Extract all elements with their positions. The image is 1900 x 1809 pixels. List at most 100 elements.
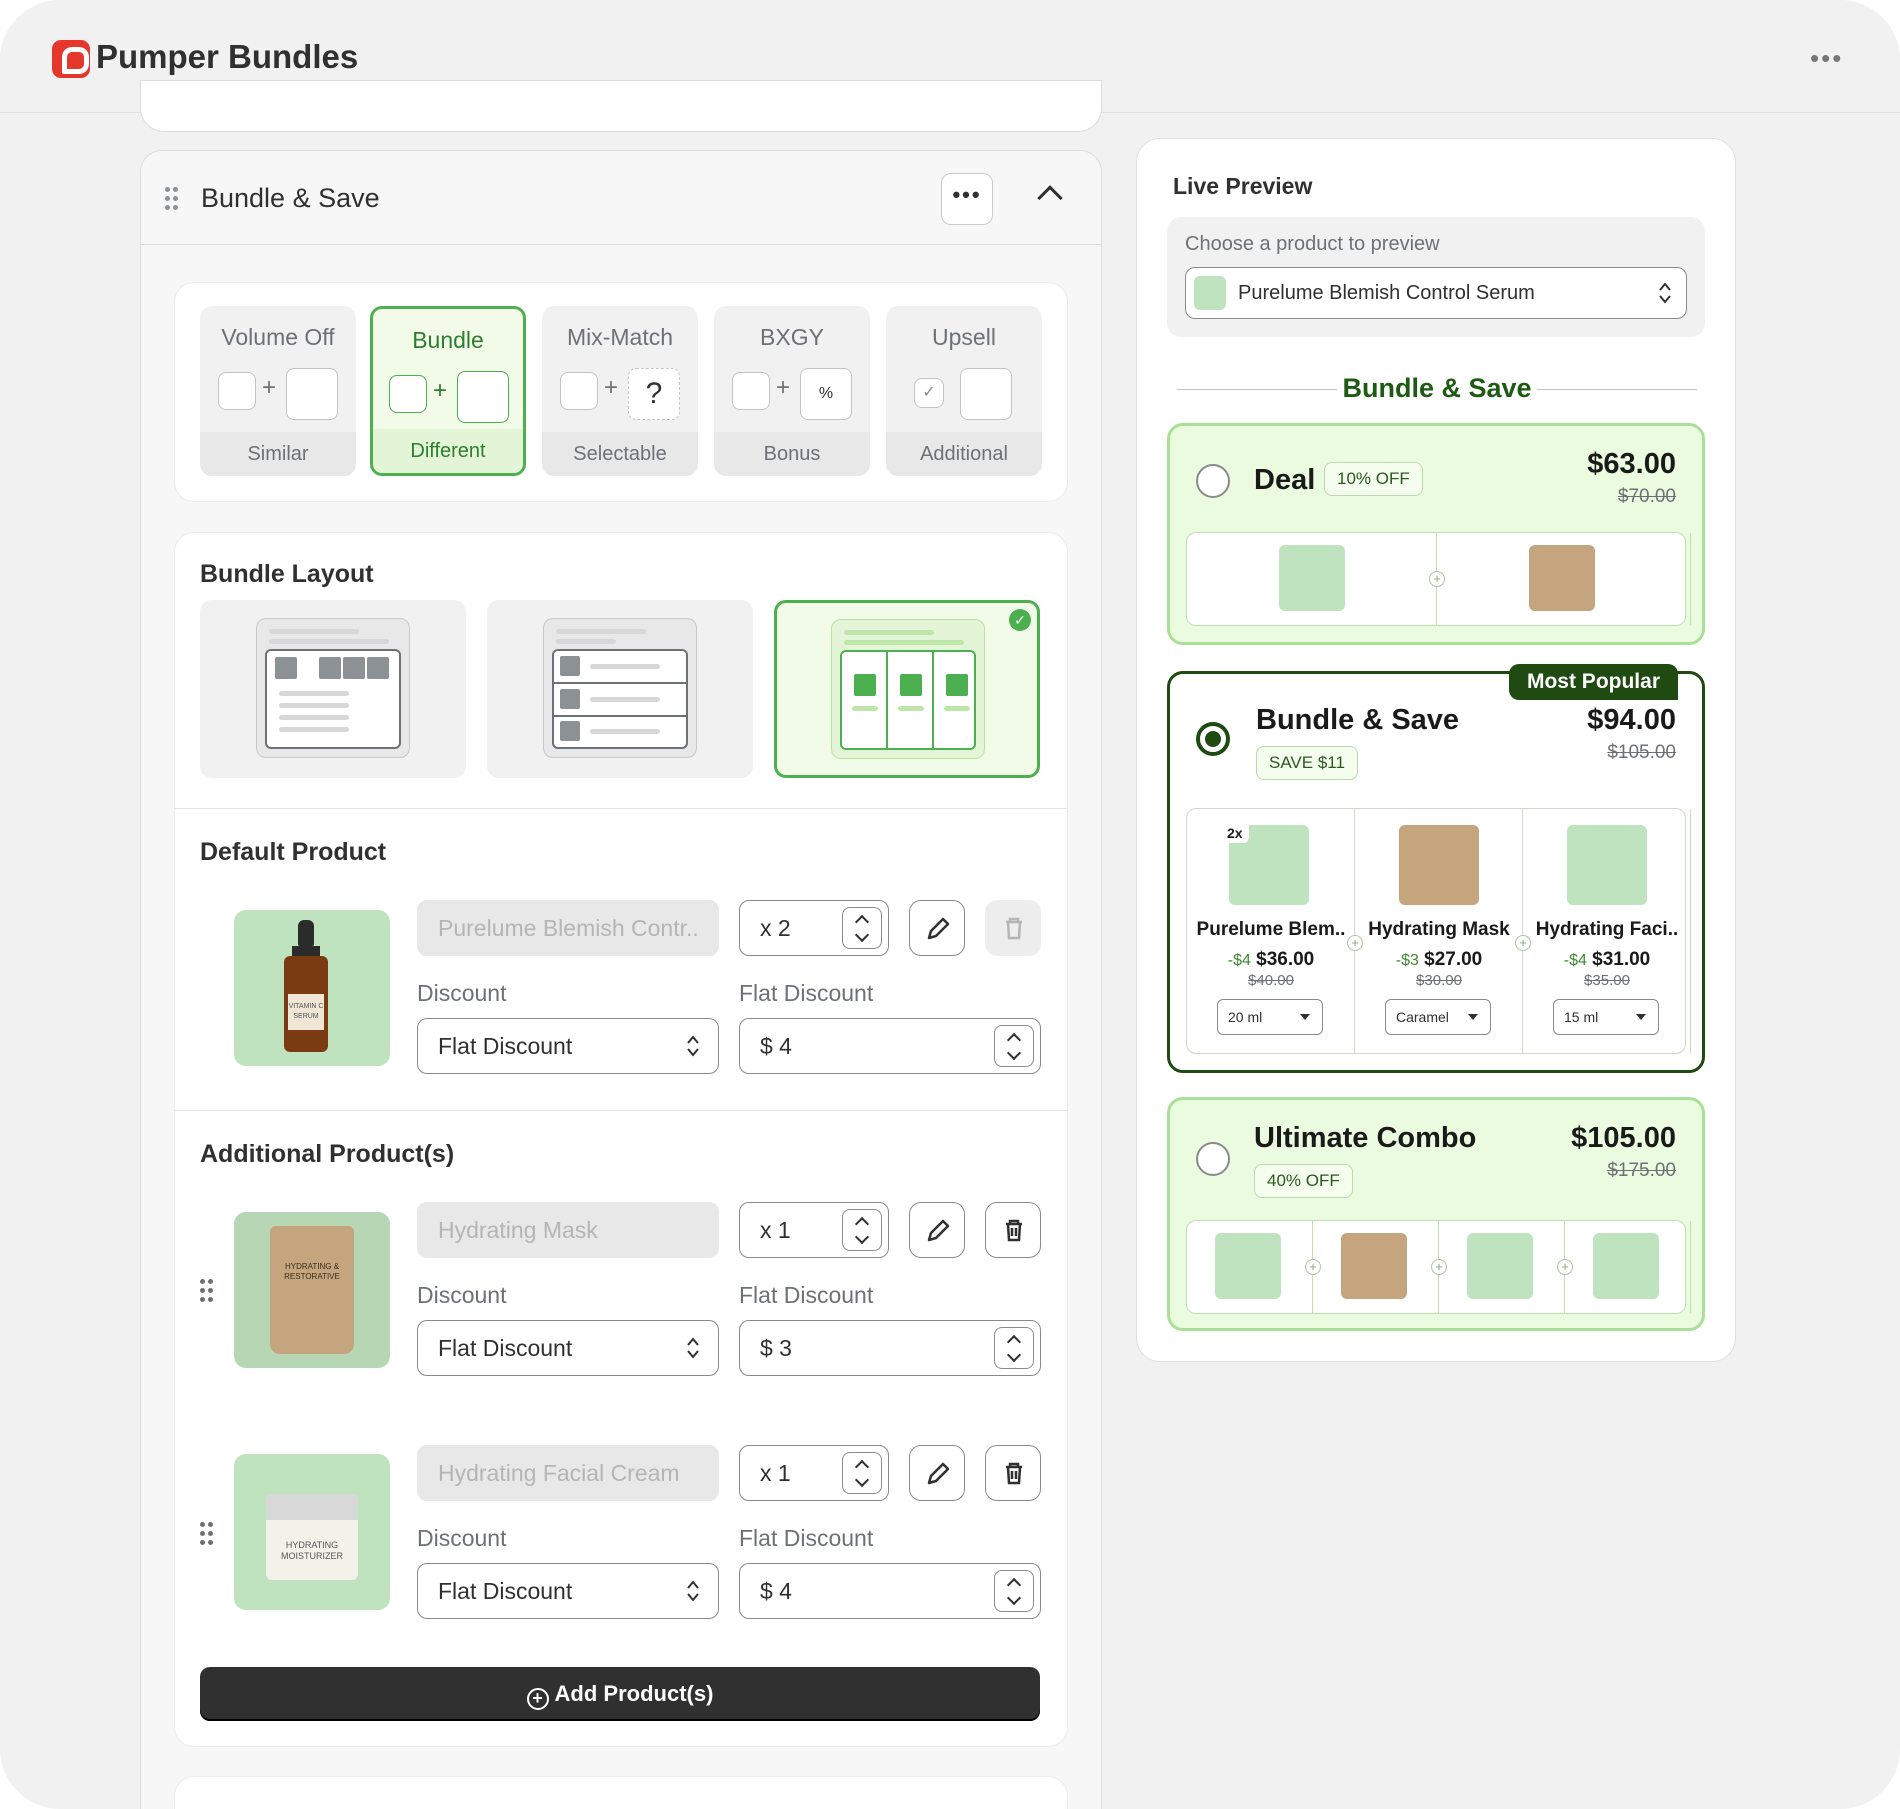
col-divider xyxy=(886,652,888,748)
plus-icon: + xyxy=(1305,1259,1321,1275)
edit-default-product-button[interactable] xyxy=(909,900,965,956)
select-arrows-icon xyxy=(687,1337,699,1359)
layout-option-3[interactable]: ✓ xyxy=(774,600,1040,778)
type-sub: Bonus xyxy=(714,432,870,476)
line xyxy=(556,639,616,644)
cap-icon xyxy=(218,372,256,410)
qty-badge: 2x xyxy=(1221,823,1249,843)
type-bxgy[interactable]: BXGY + % Bonus xyxy=(714,306,870,476)
collapse-chevron-icon[interactable] xyxy=(1037,185,1063,211)
chevron-down-icon[interactable] xyxy=(1006,1590,1022,1606)
mask-thumb xyxy=(1399,825,1479,905)
default-flat-discount-input[interactable]: $ 4 xyxy=(739,1018,1041,1074)
line xyxy=(556,629,646,634)
delete-default-product-button[interactable] xyxy=(985,900,1041,956)
offer-radio[interactable] xyxy=(1196,722,1230,756)
qty-spinner[interactable] xyxy=(842,1209,882,1251)
product-block xyxy=(560,689,580,709)
cream-thumb xyxy=(1467,1233,1533,1299)
additional-products-title: Additional Product(s) xyxy=(200,1140,455,1168)
layout-option-2[interactable] xyxy=(487,600,753,778)
plus-icon: + xyxy=(776,374,791,401)
card-more-button[interactable]: ••• xyxy=(941,173,993,225)
mask-qty-stepper[interactable]: x 1 xyxy=(739,1202,889,1258)
line xyxy=(844,640,964,645)
price-amount: $27.00 xyxy=(1424,949,1483,970)
variant-select[interactable]: 20 ml xyxy=(1217,999,1323,1035)
trash-icon xyxy=(1006,1462,1022,1485)
type-bundle[interactable]: Bundle + Different xyxy=(370,306,526,476)
product-cell xyxy=(1313,1221,1439,1313)
mask-discount-select[interactable]: Flat Discount xyxy=(417,1320,719,1376)
edit-cream-product-button[interactable] xyxy=(909,1445,965,1501)
product-name: Purelume Blem.. xyxy=(1196,919,1346,940)
qty-spinner[interactable] xyxy=(842,907,882,949)
line xyxy=(269,629,359,634)
value-spinner[interactable] xyxy=(994,1025,1034,1067)
offer-radio[interactable] xyxy=(1196,1142,1230,1176)
chevron-down-icon[interactable] xyxy=(854,927,870,943)
bottle-neck xyxy=(292,946,320,956)
variant-select[interactable]: Caramel xyxy=(1385,999,1491,1035)
cream-qty-stepper[interactable]: x 1 xyxy=(739,1445,889,1501)
cream-flat-discount-input[interactable]: $ 4 xyxy=(739,1563,1041,1619)
layout-option-1[interactable] xyxy=(200,600,466,778)
layout-preview xyxy=(256,618,410,758)
offer-name: Deal xyxy=(1254,464,1316,496)
preview-product-select[interactable]: Purelume Blemish Control Serum xyxy=(1185,267,1687,319)
variant-select[interactable]: 15 ml xyxy=(1553,999,1659,1035)
product-block xyxy=(560,656,580,676)
type-mix-match[interactable]: Mix-Match + ? Selectable xyxy=(542,306,698,476)
offer-badge: 10% OFF xyxy=(1324,462,1423,496)
drag-handle-icon[interactable] xyxy=(200,1279,214,1303)
mask-flat-discount-input[interactable]: $ 3 xyxy=(739,1320,1041,1376)
product-cell xyxy=(1437,533,1691,625)
qty-value: x 1 xyxy=(760,1460,791,1486)
type-volume-off[interactable]: Volume Off + Similar xyxy=(200,306,356,476)
serum-product-image: VITAMIN C SERUM xyxy=(234,910,390,1066)
plus-circle-icon: + xyxy=(526,1688,549,1710)
delete-mask-product-button[interactable] xyxy=(985,1202,1041,1258)
chevron-down-icon[interactable] xyxy=(1006,1045,1022,1061)
value-spinner[interactable] xyxy=(994,1570,1034,1612)
plus-icon: + xyxy=(1429,571,1445,587)
type-upsell[interactable]: Upsell ✓ Additional xyxy=(886,306,1042,476)
offer-badge: SAVE $11 xyxy=(1256,746,1358,780)
flat-discount-label: Flat Discount xyxy=(739,980,874,1006)
input-value: $ 4 xyxy=(760,1578,792,1604)
mask-thumb xyxy=(1341,1233,1407,1299)
chevron-down-icon[interactable] xyxy=(1006,1347,1022,1363)
add-products-button[interactable]: + Add Product(s) xyxy=(200,1667,1040,1721)
edit-mask-product-button[interactable] xyxy=(909,1202,965,1258)
offer-deal[interactable]: Deal 10% OFF $63.00 $70.00 + xyxy=(1167,423,1705,645)
socks-icon xyxy=(457,371,509,423)
default-discount-select[interactable]: Flat Discount xyxy=(417,1018,719,1074)
value-spinner[interactable] xyxy=(994,1327,1034,1369)
drag-handle-icon[interactable] xyxy=(200,1522,214,1546)
select-value: Flat Discount xyxy=(438,1578,573,1604)
drag-handle-icon[interactable] xyxy=(165,187,179,211)
chevron-down-icon[interactable] xyxy=(854,1229,870,1245)
qty-spinner[interactable] xyxy=(842,1452,882,1494)
cream-discount-select[interactable]: Flat Discount xyxy=(417,1563,719,1619)
price-amount: $31.00 xyxy=(1592,949,1651,970)
offer-bundle-save[interactable]: Most Popular Bundle & Save SAVE $11 $94.… xyxy=(1167,664,1705,1073)
select-value: Flat Discount xyxy=(438,1335,573,1361)
line xyxy=(852,706,878,711)
select-value: Flat Discount xyxy=(438,1033,573,1059)
chevron-down-icon[interactable] xyxy=(854,1472,870,1488)
question-icon: ? xyxy=(628,368,680,420)
product-price: -$4 $36.00 xyxy=(1187,949,1355,971)
offer-radio[interactable] xyxy=(1196,464,1230,498)
qty-value: x 1 xyxy=(760,1217,791,1243)
default-qty-stepper[interactable]: x 2 xyxy=(739,900,889,956)
offer-old-price: $175.00 xyxy=(1607,1160,1676,1181)
more-options-icon[interactable]: ••• xyxy=(1810,45,1843,71)
cream-product-name-field: Hydrating Facial Cream xyxy=(417,1445,719,1501)
delete-cream-product-button[interactable] xyxy=(985,1445,1041,1501)
offer-ultimate-combo[interactable]: Ultimate Combo 40% OFF $105.00 $175.00 +… xyxy=(1167,1097,1705,1331)
card-header[interactable]: Bundle & Save ••• xyxy=(141,151,1101,245)
jar-lid xyxy=(266,1494,358,1520)
product-block xyxy=(854,674,876,696)
line xyxy=(944,706,970,711)
